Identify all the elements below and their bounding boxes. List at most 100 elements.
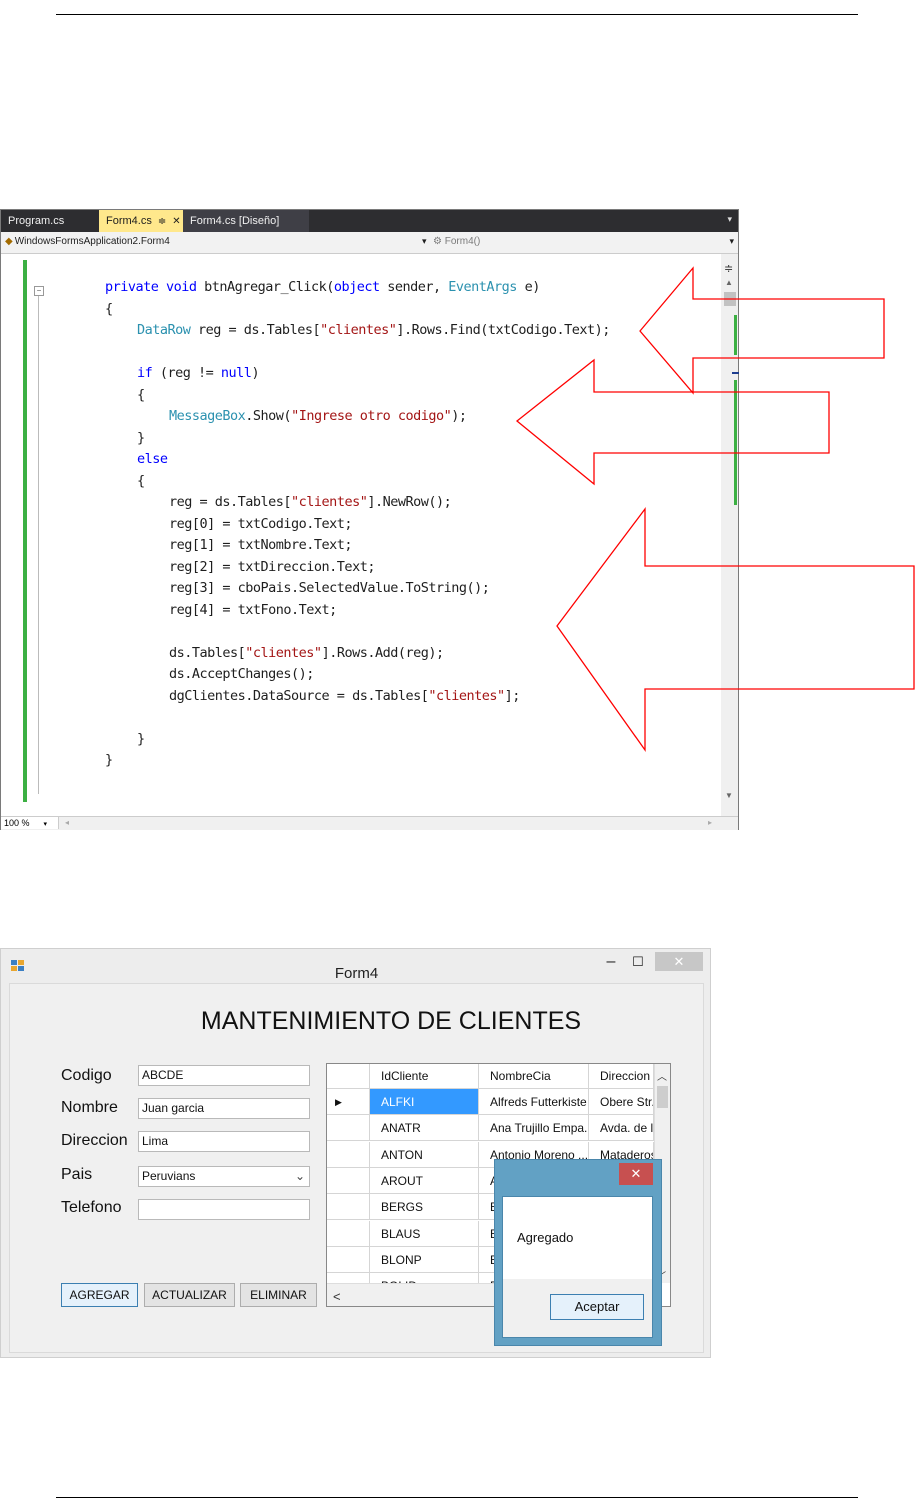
code-line: { bbox=[105, 299, 113, 320]
grid-row-header[interactable] bbox=[327, 1194, 370, 1221]
code-line: DataRow reg = ds.Tables["clientes"].Rows… bbox=[137, 320, 610, 341]
grid-corner-header[interactable] bbox=[327, 1064, 370, 1089]
scroll-down-icon[interactable]: ▼ bbox=[725, 791, 733, 800]
code-token: "clientes" bbox=[428, 687, 505, 704]
code-token: { bbox=[105, 300, 113, 317]
code-line: private void btnAgregar_Click(object sen… bbox=[105, 277, 540, 298]
member-dropdown[interactable]: ⚙ Form4() bbox=[433, 236, 480, 247]
grid-column-header[interactable]: NombreCia bbox=[479, 1064, 589, 1089]
code-line: if (reg != null) bbox=[137, 363, 260, 384]
scroll-thumb[interactable] bbox=[657, 1086, 668, 1108]
code-token: .Show( bbox=[245, 408, 292, 424]
dialog-message: Agregado bbox=[517, 1230, 574, 1245]
pin-icon[interactable]: ≑ bbox=[158, 216, 166, 227]
grid-column-header[interactable]: Direccion bbox=[589, 1064, 654, 1089]
code-token: reg[1] = txtNombre.Text; bbox=[169, 537, 353, 553]
horizontal-scrollbar[interactable]: 100 % ▾ ◂ ▸ bbox=[1, 816, 738, 830]
code-token: e) bbox=[524, 279, 541, 295]
tab-form4-design[interactable]: Form4.cs [Diseño] bbox=[183, 210, 309, 232]
collapse-icon[interactable]: − bbox=[34, 286, 44, 296]
scroll-up-icon[interactable]: ︿ bbox=[657, 1068, 667, 1083]
code-token: void bbox=[166, 279, 205, 295]
grid-row-header[interactable] bbox=[327, 1115, 370, 1142]
grid-row-header[interactable] bbox=[327, 1167, 370, 1194]
member-dropdown-arrow-icon[interactable]: ▾ bbox=[729, 236, 734, 247]
pais-selected-value: Peruvians bbox=[142, 1169, 196, 1183]
scroll-left-icon[interactable]: ◂ bbox=[65, 818, 69, 827]
scroll-up-icon[interactable]: ▲ bbox=[725, 278, 733, 287]
grid-cell[interactable]: ANTON bbox=[370, 1141, 479, 1168]
grid-cell[interactable]: Avda. de la bbox=[589, 1115, 654, 1142]
dialog-body: Agregado Aceptar bbox=[502, 1196, 653, 1338]
change-tracking-margin bbox=[23, 260, 27, 802]
zoom-dropdown[interactable]: 100 % ▾ bbox=[1, 817, 59, 829]
tab-label: Form4.cs bbox=[106, 215, 152, 227]
grid-row-header[interactable] bbox=[327, 1246, 370, 1273]
code-token: "clientes" bbox=[291, 494, 368, 510]
maximize-button[interactable]: ☐ bbox=[627, 952, 649, 972]
grid-row-header[interactable]: ▶ bbox=[327, 1089, 370, 1115]
close-tab-icon[interactable]: ✕ bbox=[172, 216, 180, 227]
grid-cell[interactable]: ALFKI bbox=[370, 1089, 479, 1115]
code-line: } bbox=[105, 750, 113, 771]
code-token: private bbox=[105, 279, 167, 295]
tab-list-dropdown-icon[interactable]: ▾ bbox=[727, 214, 732, 225]
code-token: "Ingrese otro codigo" bbox=[291, 408, 452, 424]
grid-row-header[interactable] bbox=[327, 1220, 370, 1247]
code-token: else bbox=[137, 451, 168, 467]
close-button[interactable]: ✕ bbox=[655, 952, 703, 971]
code-token: reg[4] = txtFono.Text; bbox=[169, 601, 337, 618]
dialog-close-button[interactable]: ✕ bbox=[619, 1163, 653, 1185]
type-dropdown-arrow-icon[interactable]: ▾ bbox=[422, 236, 427, 247]
aceptar-button[interactable]: Aceptar bbox=[550, 1294, 644, 1320]
scroll-change-marker bbox=[734, 315, 737, 355]
code-token: reg = ds.Tables[ bbox=[198, 322, 321, 338]
code-token: reg[2] = txtDireccion.Text; bbox=[169, 558, 375, 575]
top-rule bbox=[56, 14, 858, 15]
grid-cell[interactable]: BERGS bbox=[370, 1194, 479, 1221]
split-icon[interactable]: ≑ bbox=[724, 262, 733, 275]
scroll-right-icon[interactable]: ▸ bbox=[708, 818, 712, 827]
code-token: btnAgregar_Click( bbox=[204, 279, 334, 295]
grid-cell[interactable]: BLONP bbox=[370, 1246, 479, 1273]
code-area[interactable]: private void btnAgregar_Click(object sen… bbox=[1, 254, 721, 816]
grid-cell[interactable]: Ana Trujillo Empa... bbox=[479, 1115, 589, 1142]
pais-select[interactable]: Peruvians ⌄ bbox=[138, 1166, 310, 1187]
actualizar-button[interactable]: ACTUALIZAR bbox=[144, 1283, 235, 1307]
type-dropdown[interactable]: ◆ WindowsFormsApplication2.Form4 bbox=[5, 236, 170, 247]
scroll-change-marker bbox=[734, 380, 737, 505]
tab-program-cs[interactable]: Program.cs bbox=[1, 210, 99, 232]
grid-cell[interactable]: BLAUS bbox=[370, 1220, 479, 1247]
scroll-position-marker bbox=[732, 372, 739, 374]
tab-form4-cs[interactable]: Form4.cs ≑ ✕ bbox=[99, 210, 183, 232]
grid-cell[interactable]: Alfreds Futterkiste bbox=[479, 1089, 589, 1115]
code-token: sender, bbox=[387, 279, 449, 295]
minimize-button[interactable]: – bbox=[599, 952, 623, 972]
code-token: ].NewRow(); bbox=[367, 494, 452, 510]
code-token: reg[0] = txtCodigo.Text; bbox=[169, 515, 353, 532]
nombre-field[interactable]: Juan garcia bbox=[138, 1098, 310, 1119]
grid-cell[interactable]: Obere Str. 57 bbox=[589, 1089, 654, 1115]
grid-column-header[interactable]: IdCliente bbox=[370, 1064, 479, 1089]
code-token: (reg != bbox=[159, 365, 221, 381]
grid-cell[interactable]: AROUT bbox=[370, 1167, 479, 1194]
code-token: reg[3] = cboPais.SelectedValue.ToString(… bbox=[169, 580, 490, 596]
code-line: reg[2] = txtDireccion.Text; bbox=[169, 557, 375, 578]
direccion-field[interactable]: Lima bbox=[138, 1131, 310, 1152]
telefono-field[interactable] bbox=[138, 1199, 310, 1220]
scroll-left-icon[interactable]: < bbox=[333, 1289, 341, 1304]
code-token: } bbox=[137, 429, 145, 446]
agregar-button[interactable]: AGREGAR bbox=[61, 1283, 138, 1307]
code-line: else bbox=[137, 449, 168, 470]
code-token: "clientes" bbox=[245, 644, 322, 661]
code-token: ].Rows.Find(txtCodigo.Text); bbox=[396, 322, 610, 338]
eliminar-button[interactable]: ELIMINAR bbox=[240, 1283, 317, 1307]
grid-row-header[interactable] bbox=[327, 1141, 370, 1168]
method-icon: ⚙ bbox=[433, 236, 445, 247]
code-token: } bbox=[137, 730, 145, 747]
grid-cell[interactable]: ANATR bbox=[370, 1115, 479, 1142]
scroll-thumb[interactable] bbox=[724, 292, 736, 306]
pais-label: Pais bbox=[61, 1166, 93, 1183]
codigo-field[interactable]: ABCDE bbox=[138, 1065, 310, 1086]
code-token: reg = ds.Tables[ bbox=[169, 494, 292, 510]
